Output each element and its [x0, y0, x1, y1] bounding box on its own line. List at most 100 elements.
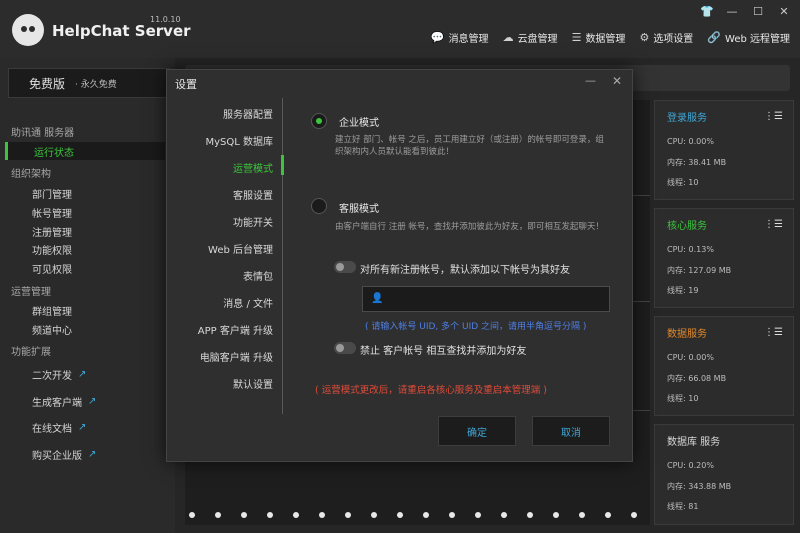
menu-icon[interactable]: ⋮☰ — [764, 111, 783, 122]
topnav-label: 数据管理 — [585, 34, 626, 45]
enterprise-mode-label: 企业模式 — [339, 118, 379, 129]
card-threads: 线程: 81 — [667, 502, 699, 511]
service-mode-label: 客服模式 — [339, 204, 379, 215]
nav-emoji[interactable]: 表情包 — [243, 268, 273, 283]
topnav-cloud[interactable]: ☁ 云盘管理 — [503, 30, 558, 45]
sidebar-group-server: 助讯通 服务器 — [11, 128, 75, 139]
sidebar-group-org: 组织架构 — [11, 169, 51, 180]
sidebar-item-buy[interactable]: 购买企业版 ↗ — [32, 447, 96, 462]
nav-web-admin[interactable]: Web 后台管理 — [208, 241, 273, 256]
sidebar-item-permissions[interactable]: 功能权限 — [32, 242, 72, 257]
sidebar-item-docs[interactable]: 在线文档 ↗ — [32, 420, 86, 435]
sidebar: 免费版 · 永久免费 助讯通 服务器 运行状态 组织架构 部门管理 帐号管理 注… — [0, 58, 175, 533]
topnav-label: 云盘管理 — [517, 34, 558, 45]
topnav-data[interactable]: ☰ 数据管理 — [572, 30, 626, 45]
app-version: 11.0.10 — [150, 15, 181, 24]
topnav-web-remote[interactable]: 🔗 Web 远程管理 — [707, 30, 790, 45]
nav-service-settings[interactable]: 客服设置 — [233, 187, 273, 202]
sidebar-group-ext: 功能扩展 — [11, 347, 51, 358]
settings-dialog: 设置 — ✕ 服务器配置 MySQL 数据库 运营模式 客服设置 功能开关 We… — [166, 69, 633, 462]
nav-feature-switches[interactable]: 功能开关 — [233, 214, 273, 229]
close-button[interactable]: ✕ — [778, 5, 790, 18]
top-nav: 💬 消息管理 ☁ 云盘管理 ☰ 数据管理 ⚙ 选项设置 🔗 Web 远程管理 — [431, 30, 790, 45]
nav-mysql[interactable]: MySQL 数据库 — [205, 133, 273, 148]
nav-messages-files[interactable]: 消息 / 文件 — [223, 295, 273, 310]
card-threads: 线程: 19 — [667, 286, 699, 295]
edition-box: 免费版 · 永久免费 — [8, 68, 170, 98]
forbid-search-label: 禁止 客户帐号 相互查找并添加为好友 — [360, 346, 527, 357]
dialog-minimize-button[interactable]: — — [585, 74, 596, 87]
card-title: 核心服务 — [667, 221, 707, 232]
service-card-database: 数据库 服务 CPU: 0.20% 内存: 343.88 MB 线程: 81 — [654, 424, 794, 525]
card-memory: 内存: 66.08 MB — [667, 374, 727, 383]
nav-divider — [282, 98, 283, 414]
sidebar-item-build-client[interactable]: 生成客户端 ↗ — [32, 394, 96, 409]
topnav-settings[interactable]: ⚙ 选项设置 — [639, 30, 693, 45]
service-card-data: 数据服务 ⋮☰ CPU: 0.00% 内存: 66.08 MB 线程: 10 — [654, 316, 794, 416]
minimize-button[interactable]: — — [726, 5, 738, 18]
confirm-button[interactable]: 确定 — [438, 416, 516, 446]
topnav-label: 消息管理 — [448, 34, 489, 45]
service-card-login: 登录服务 ⋮☰ CPU: 0.00% 内存: 38.41 MB 线程: 10 — [654, 100, 794, 200]
cloud-icon: ☁ — [502, 31, 514, 44]
gear-icon: ⚙ — [639, 31, 650, 44]
topnav-messages[interactable]: 💬 消息管理 — [431, 30, 489, 45]
sidebar-item-running-status[interactable]: 运行状态 — [5, 142, 165, 160]
external-link-icon: ↗ — [78, 422, 87, 433]
nav-server-config[interactable]: 服务器配置 — [223, 106, 273, 121]
sidebar-item-label: 运行状态 — [34, 148, 74, 159]
sidebar-item-label: 在线文档 — [32, 424, 72, 435]
nav-pc-upgrade[interactable]: 电脑客户端 升级 — [200, 349, 273, 364]
sidebar-item-groups[interactable]: 群组管理 — [32, 303, 72, 318]
database-icon: ☰ — [571, 31, 582, 44]
graph-dot-row — [185, 512, 650, 522]
auto-friend-toggle[interactable] — [334, 261, 356, 273]
chat-bubble-icon: 💬 — [430, 31, 445, 44]
enterprise-mode-radio[interactable] — [311, 113, 327, 129]
sidebar-item-dev[interactable]: 二次开发 ↗ — [32, 367, 86, 382]
dialog-close-button[interactable]: ✕ — [612, 74, 622, 88]
service-mode-radio[interactable] — [311, 198, 327, 214]
external-link-icon: ↗ — [88, 396, 97, 407]
cancel-button[interactable]: 取消 — [532, 416, 610, 446]
link-icon: 🔗 — [707, 31, 722, 44]
restart-warning: ( 运营模式更改后，请重启各核心服务及重启本管理端 ) — [315, 385, 547, 396]
sidebar-group-ops: 运营管理 — [11, 287, 51, 298]
card-title: 数据库 服务 — [667, 437, 721, 448]
sidebar-item-label: 二次开发 — [32, 371, 72, 382]
card-memory: 内存: 127.09 MB — [667, 266, 732, 275]
nav-operation-mode[interactable]: 运营模式 — [233, 160, 273, 175]
card-memory: 内存: 343.88 MB — [667, 482, 732, 491]
nav-defaults[interactable]: 默认设置 — [233, 376, 273, 391]
edition-label: 免费版 — [29, 76, 66, 91]
sidebar-item-visibility[interactable]: 可见权限 — [32, 261, 72, 276]
nav-active-marker — [281, 155, 284, 175]
sidebar-item-channels[interactable]: 频道中心 — [32, 322, 72, 337]
menu-icon[interactable]: ⋮☰ — [764, 219, 783, 230]
service-mode-desc: 由客户端自行 注册 帐号，查找并添加彼此为好友，即可相互发起聊天！ — [335, 222, 604, 232]
card-title: 数据服务 — [667, 329, 707, 340]
person-icon: 👤 — [371, 293, 384, 304]
card-memory: 内存: 38.41 MB — [667, 158, 727, 167]
topnav-label: Web 远程管理 — [725, 34, 790, 45]
edition-note: · 永久免费 — [75, 79, 117, 90]
sidebar-item-label: 生成客户端 — [32, 398, 82, 409]
menu-icon[interactable]: ⋮☰ — [764, 327, 783, 338]
dialog-title: 设置 — [175, 78, 197, 91]
uid-input[interactable]: 👤 — [362, 286, 610, 312]
sidebar-item-departments[interactable]: 部门管理 — [32, 186, 72, 201]
card-cpu: CPU: 0.20% — [667, 461, 714, 470]
forbid-search-toggle[interactable] — [334, 342, 356, 354]
nav-app-upgrade[interactable]: APP 客户端 升级 — [198, 322, 273, 337]
sidebar-item-registration[interactable]: 注册管理 — [32, 224, 72, 239]
external-link-icon: ↗ — [78, 369, 87, 380]
maximize-button[interactable]: ☐ — [752, 5, 764, 18]
external-link-icon: ↗ — [88, 449, 97, 460]
app-header: HelpChat Server 11.0.10 👕 — ☐ ✕ 💬 消息管理 ☁ 云… — [0, 0, 800, 58]
card-cpu: CPU: 0.13% — [667, 245, 714, 254]
card-cpu: CPU: 0.00% — [667, 137, 714, 146]
skin-icon[interactable]: 👕 — [700, 5, 714, 18]
topnav-label: 选项设置 — [653, 34, 694, 45]
card-cpu: CPU: 0.00% — [667, 353, 714, 362]
sidebar-item-accounts[interactable]: 帐号管理 — [32, 205, 72, 220]
